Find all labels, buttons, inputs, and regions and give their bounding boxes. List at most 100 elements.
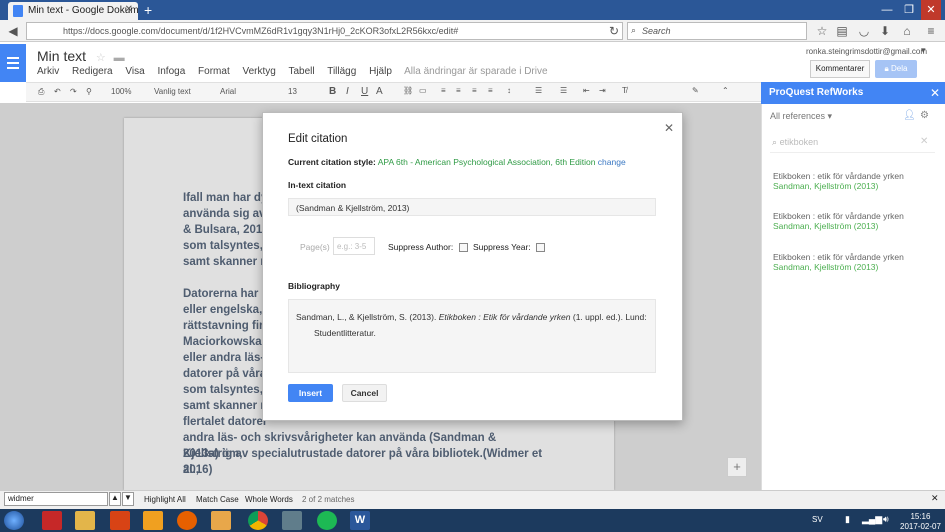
find-previous-icon[interactable]: ▲ <box>109 492 121 506</box>
maximize-icon[interactable]: ❐ <box>899 0 919 20</box>
bibliography-field[interactable]: Sandman, L., & Kjellström, S. (2013). Et… <box>288 299 656 373</box>
spotify-icon[interactable] <box>317 511 337 530</box>
line-spacing-icon[interactable]: ↕ <box>507 86 511 95</box>
reference-item[interactable]: Etikboken : etik för vårdande yrken Sand… <box>773 171 933 191</box>
insert-button[interactable]: Insert <box>288 384 333 402</box>
start-icon[interactable] <box>4 511 24 530</box>
pages-input[interactable]: e.g.: 3-5 <box>333 237 375 255</box>
redo-icon[interactable]: ↷ <box>70 87 77 96</box>
bulleted-list-icon[interactable]: ☰ <box>560 86 567 95</box>
account-menu-icon[interactable]: ▾ <box>921 45 926 56</box>
close-find-icon[interactable]: ✕ <box>931 493 939 504</box>
docs-home-button[interactable] <box>0 44 26 82</box>
link-icon[interactable]: ⛓ <box>403 86 413 95</box>
menu-redigera[interactable]: Redigera <box>72 66 113 77</box>
bold-icon[interactable]: B <box>329 86 336 97</box>
menu-tillagg[interactable]: Tillägg <box>327 66 356 77</box>
home-icon[interactable]: ⌂ <box>900 24 914 38</box>
text-color-icon[interactable]: A <box>376 86 383 97</box>
highlight-all-toggle[interactable]: Highlight All <box>144 495 186 504</box>
media-player-icon[interactable] <box>143 511 163 530</box>
align-left-icon[interactable]: ≡ <box>441 86 446 95</box>
netflix-icon[interactable] <box>110 511 130 530</box>
browser-tab[interactable]: Min text - Google Dokument ✕ <box>8 2 138 20</box>
cancel-button[interactable]: Cancel <box>342 384 387 402</box>
new-tab-icon[interactable]: + <box>144 2 152 18</box>
star-icon[interactable]: ☆ <box>96 52 106 64</box>
clear-formatting-icon[interactable]: T̸ <box>622 86 627 95</box>
align-right-icon[interactable]: ≡ <box>472 86 477 95</box>
font-size-select[interactable]: 13 <box>288 87 297 96</box>
menu-tabell[interactable]: Tabell <box>288 66 314 77</box>
language-indicator[interactable]: SV <box>812 515 823 524</box>
add-user-icon[interactable]: 👤︎ <box>903 110 916 121</box>
firefox-icon[interactable] <box>177 511 197 530</box>
reload-icon[interactable]: ↻ <box>607 24 621 38</box>
match-case-toggle[interactable]: Match Case <box>196 495 239 504</box>
change-style-link[interactable]: change <box>598 157 626 167</box>
all-references-dropdown[interactable]: All references ▾ <box>770 111 832 122</box>
menu-format[interactable]: Format <box>198 66 230 77</box>
close-dialog-icon[interactable]: ✕ <box>664 121 674 135</box>
print-icon[interactable]: ⎙ <box>38 87 44 97</box>
outlook-icon[interactable] <box>211 511 231 530</box>
address-input[interactable]: https://docs.google.com/document/d/1f2HV… <box>26 22 623 40</box>
bookmark-star-icon[interactable]: ☆ <box>815 24 829 38</box>
file-explorer-icon[interactable] <box>75 511 95 530</box>
comments-button[interactable]: Kommentarer <box>810 60 870 78</box>
paint-format-icon[interactable]: ⚲ <box>86 87 92 96</box>
settings-icon[interactable]: ⚙ <box>920 110 929 121</box>
reference-item[interactable]: Etikboken : etik för vårdande yrken Sand… <box>773 252 933 272</box>
undo-icon[interactable]: ↶ <box>54 87 61 96</box>
menu-verktyg[interactable]: Verktyg <box>243 66 276 77</box>
menu-arkiv[interactable]: Arkiv <box>37 66 59 77</box>
intext-citation-field[interactable]: (Sandman & Kjellström, 2013) <box>288 198 656 216</box>
align-center-icon[interactable]: ≡ <box>456 86 461 95</box>
network-icon[interactable]: ▮ <box>845 514 850 525</box>
explore-icon[interactable]: + <box>727 457 747 477</box>
minimize-icon[interactable]: — <box>877 0 897 20</box>
find-next-icon[interactable]: ▼ <box>122 492 134 506</box>
italic-icon[interactable]: I <box>346 86 349 97</box>
close-sidebar-icon[interactable]: ✕ <box>930 86 940 100</box>
reference-item[interactable]: Etikboken : etik för vårdande yrken Sand… <box>773 211 933 231</box>
justify-icon[interactable]: ≡ <box>488 86 493 95</box>
numbered-list-icon[interactable]: ☰ <box>535 86 542 95</box>
edit-mode-icon[interactable]: ✎ <box>692 86 699 95</box>
word-icon[interactable]: W <box>350 511 370 530</box>
camera-icon[interactable] <box>282 511 302 530</box>
browser-search-input[interactable]: ⌕ Search <box>627 22 807 40</box>
library-icon[interactable]: ▤ <box>835 24 849 38</box>
browser-menu-icon[interactable]: ≡ <box>924 24 938 38</box>
whole-words-toggle[interactable]: Whole Words <box>245 495 293 504</box>
style-select[interactable]: Vanlig text <box>154 87 191 96</box>
close-tab-icon[interactable]: ✕ <box>125 4 133 15</box>
suppress-year-checkbox[interactable] <box>536 243 546 253</box>
menu-infoga[interactable]: Infoga <box>157 66 185 77</box>
menu-hjalp[interactable]: Hjälp <box>369 66 392 77</box>
collapse-icon[interactable]: ⌃ <box>722 86 729 95</box>
decrease-indent-icon[interactable]: ⇤ <box>583 86 590 95</box>
increase-indent-icon[interactable]: ⇥ <box>599 86 606 95</box>
find-input[interactable]: widmer <box>4 492 108 506</box>
zoom-select[interactable]: 100% <box>111 87 131 96</box>
chrome-icon[interactable] <box>248 511 268 530</box>
signal-icon[interactable]: ▂▄▆ <box>862 514 882 525</box>
clock[interactable]: 15:16 2017-02-07 <box>900 512 941 532</box>
comment-icon[interactable]: ▭ <box>419 86 427 95</box>
download-icon[interactable]: ⬇ <box>878 24 892 38</box>
back-icon[interactable]: ◀ <box>6 24 20 38</box>
menu-visa[interactable]: Visa <box>125 66 144 77</box>
windows-taskbar <box>0 509 945 532</box>
folder-icon[interactable]: ▬ <box>114 52 125 64</box>
clear-search-icon[interactable]: ✕ <box>920 136 928 147</box>
pocket-icon[interactable]: ◡ <box>857 24 871 38</box>
suppress-author-checkbox[interactable] <box>458 243 468 253</box>
volume-icon[interactable]: 🔊︎ <box>883 514 889 525</box>
app-grid-icon[interactable] <box>42 511 62 530</box>
share-button[interactable]: 🔒︎ Dela <box>875 60 917 78</box>
font-select[interactable]: Arial <box>220 87 236 96</box>
close-window-icon[interactable]: ✕ <box>921 0 941 20</box>
underline-icon[interactable]: U <box>361 86 368 97</box>
document-title[interactable]: Min text ☆ ▬ <box>37 48 125 64</box>
